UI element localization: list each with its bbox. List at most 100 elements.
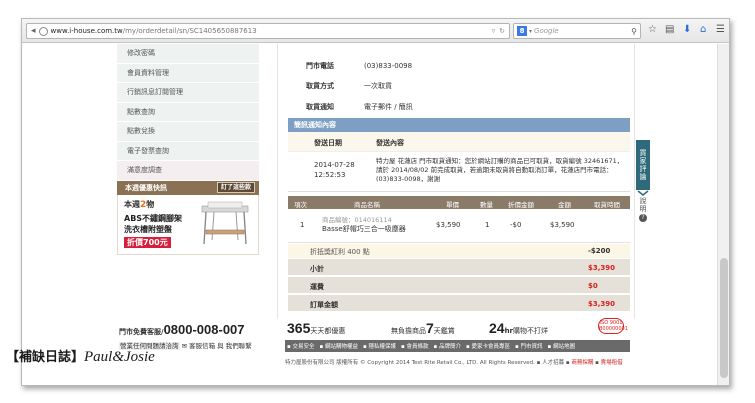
footer-link-privacy[interactable]: ▪ 隱私權保護 [363, 342, 396, 350]
order-items-header: 項次 商品名稱 單價 數量 折價金額 金額 取貨時間 [288, 196, 630, 209]
contact-link[interactable]: 客服信箱 與 我們聯繫 [189, 342, 252, 350]
history-dropdown-icon[interactable]: ▿ [492, 27, 496, 35]
bookmark-star-icon[interactable]: ☆ [648, 25, 657, 35]
col-price: 單價 [446, 201, 459, 209]
browser-window: ◂ www.i-house.com.tw/my/orderdetail/sn/S… [21, 18, 730, 386]
weekly-promo[interactable]: 本週優惠快訊 訂了這些款 本週2物 ABS不鏽鋼腳架 洗衣槽附塑盤 折價700元 [117, 180, 259, 255]
qa-tab-char: 家 [639, 157, 647, 165]
col-qty: 數量 [480, 201, 493, 209]
help-char: 明 [639, 205, 647, 213]
pickup-method-value: 一次取貨 [364, 82, 392, 90]
item-name[interactable]: Basse舒帽巧三合一吸塵器 [322, 224, 406, 234]
order-total-row: 訂單金額 $3,390 [288, 295, 630, 312]
slogan-365: 365天天都優惠 [287, 320, 345, 336]
slogan-365-number: 365 [287, 320, 311, 336]
service-slogans: 365天天都優惠 無負擔商品7天鑑賞 24hr購物不打烊 ISO 9001 B00… [285, 318, 630, 340]
slogan-24hr-text: 購物不打烊 [513, 327, 549, 335]
footer-link-member-card[interactable]: ▪ 愛家卡會員專區 [466, 342, 510, 350]
menu-icon[interactable]: ☰ [716, 25, 725, 35]
sidebar-item-change-password[interactable]: 修改密碼 [117, 44, 259, 64]
sms-notice-header: 發送日期 發送內容 [288, 132, 630, 152]
buyer-reviews-tab[interactable]: 買 家 評 論 [636, 140, 650, 190]
pickup-notice-row: 取貨通知 電子郵件 / 簡訊 [306, 102, 413, 112]
chevron-down-icon[interactable] [636, 190, 650, 196]
promo-price-badge: 折價700元 [124, 236, 171, 248]
iso-certification-badge: ISO 9001 B00000001 [598, 318, 628, 334]
url-text[interactable]: www.i-house.com.tw/my/orderdetail/sn/SC1… [51, 27, 488, 35]
home-icon[interactable]: ⌂ [700, 25, 706, 35]
footer-link-security[interactable]: ▪ 交易安全 [287, 342, 315, 350]
footer-link-label: 愛家卡會員專區 [471, 344, 510, 350]
watermark-prefix: 【補缺日誌】 [6, 350, 85, 365]
vertical-scrollbar[interactable] [717, 44, 729, 385]
promo-body[interactable]: 本週2物 ABS不鏽鋼腳架 洗衣槽附塑盤 折價700元 [117, 194, 259, 255]
search-engine-icon[interactable]: 8 [517, 26, 527, 36]
points-discount-label: 折抵獎紅利 400 點 [310, 248, 370, 256]
slogan-365-text: 天天都優惠 [310, 327, 346, 335]
search-engine-dropdown-icon[interactable]: ▾ [529, 28, 532, 35]
sidebar-item-einvoice[interactable]: 電子發票查詢 [117, 141, 259, 161]
download-icon[interactable]: ⬇ [683, 25, 691, 35]
footer-link-label: 隱私權保護 [368, 344, 396, 350]
address-bar[interactable]: ◂ www.i-house.com.tw/my/orderdetail/sn/S… [26, 23, 510, 39]
footer-link-label: 交易安全 [292, 344, 315, 350]
qa-tab-char: 買 [639, 149, 647, 157]
sidebar-item-subscriptions[interactable]: 行銷訊息訂閱管理 [117, 83, 259, 103]
order-total-label: 訂單金額 [310, 301, 338, 309]
promo-line1-prefix: 本週 [124, 199, 140, 209]
copyright-link-rental[interactable]: 賣場租借 [601, 360, 623, 366]
slogan-24hr-number: 24 [489, 320, 505, 336]
watermark-signature: Paul&Josie [84, 349, 155, 365]
help-icon[interactable]: ? [639, 214, 647, 222]
sidebar-item-points-redeem[interactable]: 點數兌換 [117, 122, 259, 142]
item-discount: -$0 [510, 221, 522, 229]
promo-more-button[interactable]: 訂了這些款 [216, 182, 255, 193]
copyright-text: 特力屋股份有限公司 版權所有 © Copyright 2014 Test Rit… [285, 360, 535, 366]
promo-line1-suffix: 物 [146, 199, 155, 209]
sidebar-item-survey[interactable]: 滿意度調查 [117, 161, 259, 181]
search-bar[interactable]: 8 ▾ Google ⚲ [513, 23, 641, 39]
qa-tab-char: 評 [639, 165, 647, 173]
url-path: /my/orderdetail/sn/SC1405650887613 [122, 27, 257, 35]
help-tab[interactable]: 說 明 ? [636, 197, 650, 222]
sms-notice-section-title: 簡訊通知內容 [288, 118, 630, 132]
url-domain: www.i-house.com.tw [50, 27, 123, 35]
footer-link-sitemap[interactable]: ▪ 網站地圖 [548, 342, 576, 350]
pickup-notice-value: 電子郵件 / 簡訊 [364, 103, 413, 111]
copyright: 特力屋股份有限公司 版權所有 © Copyright 2014 Test Rit… [285, 360, 623, 366]
footer-link-stores[interactable]: ▪ 門市資訊 [515, 342, 543, 350]
footer-link-brand[interactable]: ▪ 品牌簡介 [434, 342, 462, 350]
hotline-number[interactable]: 0800-008-007 [164, 322, 245, 337]
sms-col-content: 發送內容 [376, 139, 404, 147]
footer-link-label: 門市資訊 [520, 344, 543, 350]
sms-notice-row: 2014-07-28 12:52:53 特力屋 花蓮店 門市取貨通知：您於網站訂購… [288, 152, 630, 192]
back-icon[interactable]: ◂ [31, 26, 36, 36]
footer-link-label: 網站地圖 [552, 344, 575, 350]
slogan-7day: 無負擔商品7天鑑賞 [391, 320, 455, 336]
table-row: 1 商品編號：014016114 Basse舒帽巧三合一吸塵器 $3,590 1… [288, 209, 630, 243]
browser-toolbar: ◂ www.i-house.com.tw/my/orderdetail/sn/S… [22, 19, 729, 43]
sidebar-item-member-data[interactable]: 會員資料管理 [117, 63, 259, 83]
footer-link-rights[interactable]: ▪ 網站購物權益 [320, 342, 359, 350]
bookmarks-list-icon[interactable]: ▤ [665, 25, 674, 35]
reload-icon[interactable]: ↻ [499, 27, 505, 35]
copyright-link-jobs[interactable]: 人才招募 [542, 360, 564, 366]
sms-sent-date: 2014-07-28 12:52:53 [314, 160, 364, 180]
points-discount-row: 折抵獎紅利 400 點 -$200 [288, 244, 630, 258]
help-char: 說 [639, 197, 647, 205]
footer-link-terms[interactable]: ▪ 會員條款 [401, 342, 429, 350]
subtotal-label: 小計 [310, 265, 324, 273]
item-code: 商品編號：014016114 [322, 216, 392, 224]
search-icon[interactable]: ⚲ [631, 27, 637, 36]
scrollbar-thumb[interactable] [720, 258, 728, 378]
order-detail-panel: 門市電話 (03)833-0098 取貨方式 一次取貨 取貨通知 電子郵件 / 簡訊 … [277, 44, 635, 319]
sidebar-item-points-query[interactable]: 點數查詢 [117, 102, 259, 122]
shipping-row: 運費 $0 [288, 277, 630, 294]
sms-col-date: 發送日期 [314, 139, 342, 147]
pickup-method-label: 取貨方式 [306, 82, 334, 90]
subtotal-value: $3,390 [588, 264, 616, 272]
points-discount-value: -$200 [588, 247, 611, 255]
search-input[interactable]: Google [534, 27, 631, 35]
slogan-7day-prefix: 無負擔商品 [391, 327, 426, 335]
copyright-link-business[interactable]: 商務採購 [571, 360, 593, 366]
